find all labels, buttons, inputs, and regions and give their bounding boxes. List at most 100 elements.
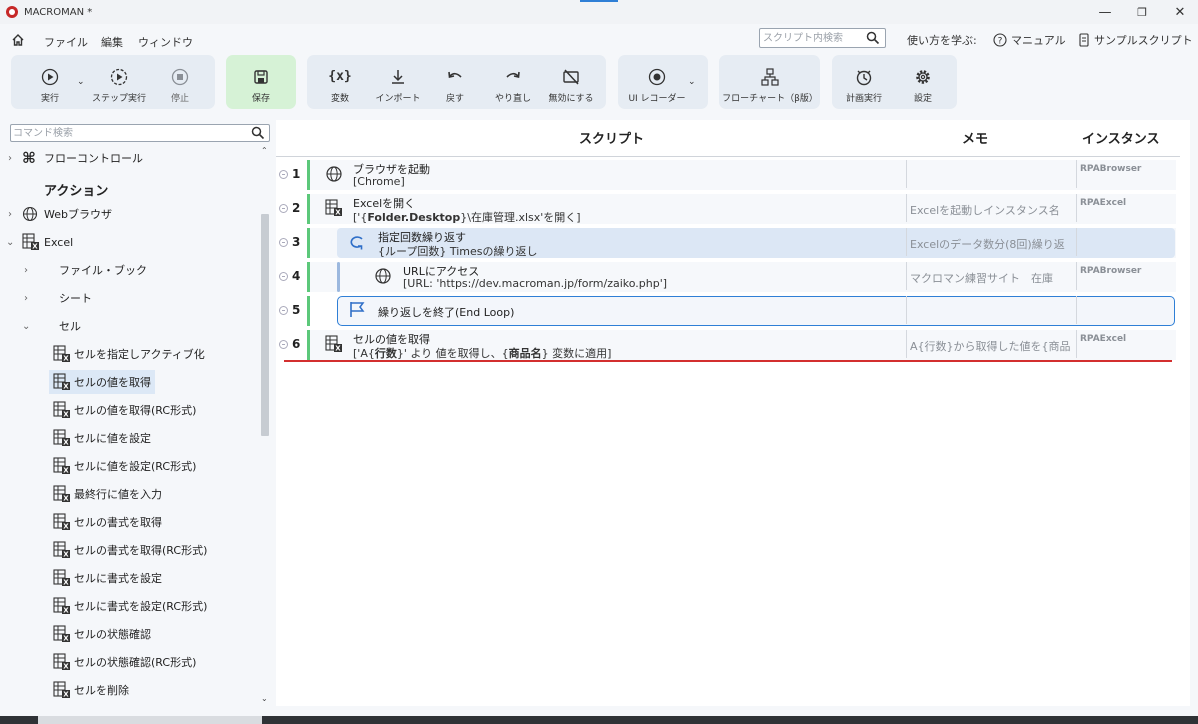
memo-cell[interactable] [906, 160, 1074, 188]
play-icon [41, 68, 59, 86]
command-search-box[interactable] [10, 124, 270, 142]
sidebar-scrollbar[interactable]: ⌃ ⌄ [259, 146, 271, 706]
variable-button[interactable]: {x} 変数 [325, 55, 355, 109]
command-item[interactable]: X セルに値を設定 [49, 426, 155, 450]
redo-label: やり直し [494, 94, 531, 104]
script-row[interactable]: 3 指定回数繰り返す {ループ回数} Timesの繰り返し Excelのデータ数… [276, 226, 1178, 258]
variable-name: Folder.Desktop [367, 211, 461, 224]
recorder-dropdown-chevron-icon[interactable]: ⌄ [688, 77, 696, 87]
excel-icon: X [22, 233, 39, 251]
disable-button[interactable]: 無効にする [547, 55, 595, 109]
command-item[interactable]: X セルの値を取得 [49, 370, 155, 394]
scroll-up-icon[interactable]: ⌃ [261, 146, 268, 155]
collapse-circle-icon[interactable] [279, 203, 288, 213]
command-item[interactable]: X セルの状態確認(RC形式) [49, 650, 200, 674]
command-item-label: 最終行に値を入力 [74, 488, 162, 501]
memo-cell[interactable]: Excelを起動しインスタンス名 [906, 194, 1074, 222]
menu-file[interactable]: ファイル [44, 34, 88, 50]
step-run-button[interactable]: ステップ実行 [91, 55, 147, 109]
svg-text:X: X [63, 383, 69, 391]
collapse-circle-icon[interactable] [279, 169, 288, 179]
command-item[interactable]: X セルの状態確認 [49, 622, 155, 646]
script-row[interactable]: 6 X セルの値を取得 ['A{行数}' より 値を取得し、{商品名} 変数に適… [276, 328, 1178, 360]
run-label: 実行 [40, 94, 59, 104]
row-number: 4 [279, 269, 307, 283]
command-item[interactable]: X セルに書式を設定(RC形式) [49, 594, 211, 618]
command-item[interactable]: X セルを指定しアクティブ化 [49, 342, 209, 366]
tree-web-browser[interactable]: › Webブラウザ [0, 202, 256, 226]
tree-excel-label: Excel [44, 235, 74, 249]
run-dropdown-chevron-icon[interactable]: ⌄ [77, 77, 85, 87]
collapse-circle-icon[interactable] [279, 237, 288, 247]
memo-cell[interactable] [906, 296, 1074, 324]
learn-label: 使い方を学ぶ: [907, 34, 977, 47]
excel-icon: X [53, 373, 70, 391]
command-item-label: セルの状態確認 [74, 628, 151, 641]
stop-button[interactable]: 停止 [166, 55, 194, 109]
memo-cell[interactable]: Excelのデータ数分(8回)繰り返 [906, 228, 1074, 256]
command-item[interactable]: X セルの書式を取得 [49, 510, 166, 534]
menu-window[interactable]: ウィンドウ [138, 34, 193, 50]
tree-file-book[interactable]: › ファイル・ブック [0, 258, 256, 282]
scrollbar-thumb[interactable] [261, 214, 269, 436]
tree-excel[interactable]: ⌄ X Excel [0, 230, 256, 254]
command-param: ['A{行数}' より 値を取得し、{商品名} 変数に適用] [353, 347, 612, 360]
import-button[interactable]: インポート [372, 55, 424, 109]
settings-button[interactable]: 設定 [910, 55, 936, 109]
stop-label: 停止 [170, 94, 189, 104]
script-row[interactable]: 5 繰り返しを終了(End Loop) [276, 294, 1178, 326]
excel-icon: X [53, 485, 70, 503]
script-search-box[interactable] [759, 28, 886, 48]
ui-recorder-button[interactable]: UI レコーダー [626, 55, 688, 109]
scroll-down-icon[interactable]: ⌄ [261, 694, 268, 703]
memo-cell[interactable]: A{行数}から取得した値を{商品 [906, 330, 1074, 358]
command-item-label: セルに値を設定(RC形式) [74, 460, 197, 473]
command-param: [Chrome] [353, 175, 405, 188]
redo-button[interactable]: やり直し [491, 55, 535, 109]
tree-cell-label: セル [59, 320, 81, 333]
schedule-button[interactable]: 計画実行 [844, 55, 884, 109]
tree-file-book-label: ファイル・ブック [59, 264, 147, 277]
variable-icon: {x} [328, 69, 352, 84]
minimize-button[interactable]: — [1086, 0, 1124, 24]
command-item[interactable]: X セルに値を設定(RC形式) [49, 454, 200, 478]
script-search-input[interactable] [760, 29, 860, 47]
tree-flow-control[interactable]: › ⌘ フローコントロール [0, 146, 256, 170]
undo-button[interactable]: 戻す [441, 55, 469, 109]
collapse-circle-icon[interactable] [279, 339, 288, 349]
run-button[interactable]: 実行 [31, 55, 69, 109]
undo-label: 戻す [445, 94, 464, 104]
svg-text:X: X [335, 209, 341, 217]
command-item[interactable]: X セルの値を取得(RC形式) [49, 398, 200, 422]
search-icon[interactable] [251, 126, 265, 140]
sample-script-link[interactable]: サンプルスクリプト [1078, 32, 1193, 48]
tree-sheet[interactable]: › シート [0, 286, 256, 310]
menu-edit[interactable]: 編集 [101, 34, 123, 50]
command-item[interactable]: X 最終行に値を入力 [49, 482, 166, 506]
close-button[interactable]: ✕ [1161, 0, 1198, 24]
manual-link[interactable]: ? マニュアル [993, 32, 1066, 48]
command-item-label: セルの値を取得(RC形式) [74, 404, 197, 417]
maximize-button[interactable]: ❐ [1123, 0, 1161, 24]
loop-icon [350, 236, 363, 250]
instance-cell: RPABrowser [1076, 262, 1176, 290]
command-item[interactable]: X セルを削除 [49, 678, 133, 702]
home-icon[interactable] [11, 33, 25, 47]
save-button[interactable]: 保存 [244, 55, 278, 109]
title-bar: MACROMAN * — ❐ ✕ [0, 0, 1198, 24]
command-search-input[interactable] [11, 125, 241, 141]
save-icon [254, 70, 268, 84]
collapse-circle-icon[interactable] [279, 305, 288, 315]
flowchart-button[interactable]: フローチャート（β版） [722, 55, 818, 109]
script-row[interactable]: 1 ブラウザを起動 [Chrome] RPABrowser [276, 158, 1178, 190]
collapse-circle-icon[interactable] [279, 271, 288, 281]
script-row[interactable]: 4 URLにアクセス [URL: 'https://dev.macroman.j… [276, 260, 1178, 292]
chevron-right-icon: › [8, 208, 12, 220]
search-icon[interactable] [866, 31, 880, 45]
script-row[interactable]: 2 X Excelを開く ['{Folder.Desktop}\在庫管理.xls… [276, 192, 1178, 224]
svg-text:X: X [63, 691, 69, 699]
memo-cell[interactable]: マクロマン練習サイト 在庫 [906, 262, 1074, 290]
tree-cell[interactable]: ⌄ セル [0, 314, 256, 338]
command-item[interactable]: X セルに書式を設定 [49, 566, 166, 590]
command-item[interactable]: X セルの書式を取得(RC形式) [49, 538, 211, 562]
